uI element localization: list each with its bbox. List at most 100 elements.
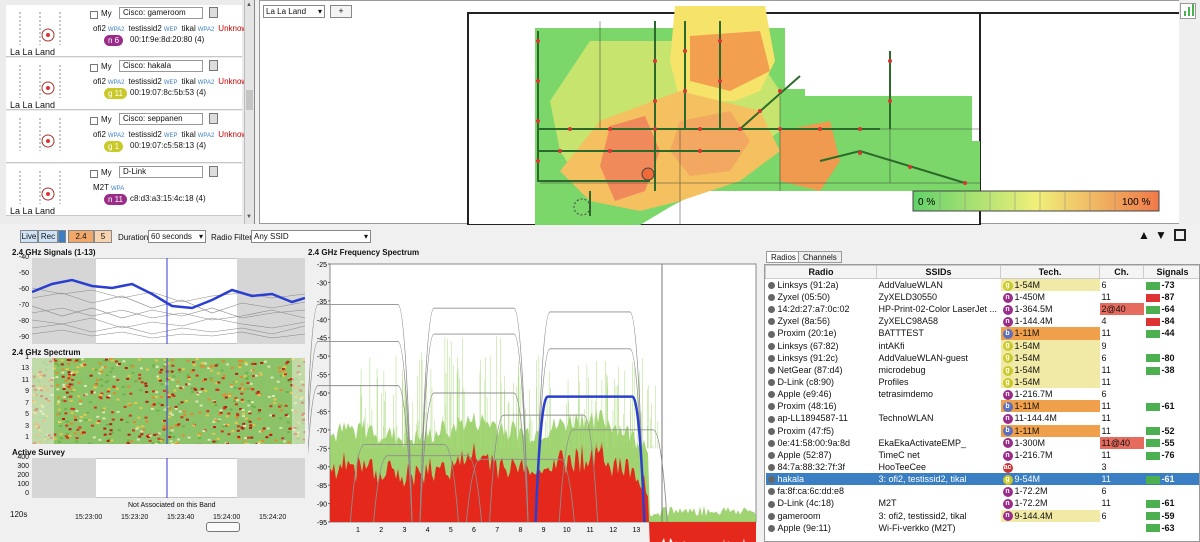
ap-floor-thumbnail: La La Land (10, 166, 88, 216)
spectrum-x-tick: 6 (472, 527, 476, 534)
ap-name-field[interactable]: Cisco: hakala (119, 60, 203, 72)
signal-value: -73 (1161, 280, 1175, 290)
ap-card[interactable]: La La Land My D-Link M2T WPA n 11 c8:d3:a3:15:… (6, 164, 242, 216)
radios-table-panel: Radio SSIDs Tech. Ch. Signals Linksys (91:2a… (764, 264, 1200, 542)
table-row[interactable]: D-Link (4c:18) M2T n 1-72.2M 11 -61 (766, 497, 1200, 510)
ap-name-field[interactable]: Cisco: gameroom (119, 7, 203, 19)
spectrum-y-tick: -80 (317, 465, 327, 472)
channel-cell: 11 (1101, 364, 1111, 375)
signal-cell: -76 (1144, 449, 1200, 461)
table-row[interactable]: fa:8f:ca:6c:dd:e8 n 1-72.2M 6 (766, 485, 1200, 497)
table-row[interactable]: Linksys (91:2c) AddValueWLAN-guest g 1-54M 6… (766, 351, 1200, 364)
move-down-icon[interactable]: ▼ (1155, 228, 1167, 242)
y-tick-label: 9 (25, 388, 29, 396)
ap-card[interactable]: La La Land My Cisco: gameroom ofi2 WPA2 testi… (6, 5, 254, 57)
my-checkbox[interactable] (90, 117, 98, 125)
spectrum-x-tick: 7 (495, 527, 499, 534)
signal-bar (1145, 305, 1160, 314)
status-dot-icon (767, 354, 775, 362)
table-row[interactable]: Proxim (48:16) b 1-11M 11 -61 (766, 400, 1200, 413)
ap-card[interactable]: My Cisco: seppanen ofi2 WPA2 testissid2 WEP ti… (6, 111, 254, 163)
signal-cell: -61 (1144, 497, 1200, 509)
duration-value: 60 seconds (151, 232, 192, 241)
y-tick-label: 3 (25, 422, 29, 430)
tab-channels[interactable]: Channels (798, 251, 842, 263)
column-header[interactable]: SSIDs (876, 265, 1001, 279)
status-dot-icon (767, 415, 775, 423)
table-row[interactable]: 0e:41:58:00:9a:8d EkaEkaActivateEMP_ n 1-30… (766, 436, 1200, 449)
ap-card[interactable]: La La Land My Cisco: hakala ofi2 WPA2 testiss… (6, 58, 254, 110)
signals-chart[interactable] (32, 258, 305, 344)
ssid-cell: EkaEkaActivateEMP_ (878, 437, 967, 448)
table-row[interactable]: Apple (e9:46) tetrasimdemo n 1-216.7M 6 (766, 388, 1200, 400)
frequency-spectrum-chart[interactable]: -25-30-35-40-45-50-55-60-65-70-75-80-85-… (308, 258, 763, 542)
ap-name-field[interactable]: Cisco: seppanen (119, 113, 203, 125)
radio-name: D-Link (4c:18) (777, 498, 835, 509)
column-header[interactable]: Tech. (1000, 265, 1100, 279)
floor-map-panel[interactable]: 0 % 100 % (259, 0, 1181, 225)
move-up-icon[interactable]: ▲ (1138, 228, 1150, 242)
table-row[interactable]: Apple (52:87) TimeC net n 1-216.7M 11 -76 (766, 449, 1200, 461)
table-row[interactable]: Proxim (20:1e) BATTTEST b 1-11M 11 -44 (766, 327, 1200, 340)
ap-name-field[interactable]: D-Link (119, 166, 203, 178)
duration-select[interactable]: 60 seconds ▾ (148, 230, 206, 243)
status-dot-icon (767, 464, 775, 472)
table-row[interactable]: Zyxel (05:50) ZyXELD30550 n 1-450M 11 -87 (766, 291, 1200, 303)
table-row[interactable]: Linksys (91:2a) AddValueWLAN g 1-54M 6 -73 (766, 278, 1200, 291)
table-row[interactable]: gameroom 3: ofi2, testissid2, tikal n 9-144… (766, 509, 1200, 522)
document-icon[interactable] (209, 60, 218, 71)
band-24-button[interactable]: 2.4 (68, 230, 94, 243)
signal-value: -44 (1161, 328, 1175, 339)
spectrum-y-tick: -90 (317, 502, 327, 509)
ssid-entry: WPA2 (107, 80, 125, 86)
active-survey-chart[interactable] (32, 458, 305, 498)
signal-cell: -64 (1144, 303, 1200, 315)
live-button[interactable]: Live (20, 230, 38, 243)
table-row[interactable]: 84:7a:88:32:7f:3f HooTeeCee ac 3 (766, 461, 1200, 473)
table-row[interactable]: 14:2d:27:a7:0c:02 HP-Print-02-Color Laser… (766, 303, 1200, 316)
add-map-button[interactable]: + (330, 5, 352, 18)
heatmap-floor-plan[interactable]: 0 % 100 % (260, 1, 1181, 225)
table-row[interactable]: Proxim (47:f5) b 1-11M 11 -52 (766, 424, 1200, 437)
tech-rate: 1-11M (1014, 425, 1040, 436)
radio-cell: 14:2d:27:a7:0c:02 (766, 303, 877, 315)
table-row[interactable]: ap-LL1894587-11 TechnoWLAN n 11-144.4M 11 (766, 412, 1200, 425)
radio-cell: Apple (9e:11) (766, 522, 877, 534)
signal-value: -52 (1161, 425, 1175, 436)
tab-radios[interactable]: Radios (766, 251, 801, 263)
access-point-marker[interactable] (641, 167, 655, 181)
tech-badge: n (1002, 389, 1013, 400)
table-row[interactable]: Linksys (67:82) intAKfi g 1-54M 9 (766, 339, 1200, 352)
radio-filter-select[interactable]: Any SSID ▾ (251, 230, 371, 243)
column-header[interactable]: Signals (1143, 265, 1199, 279)
record-button[interactable]: Rec (38, 230, 58, 243)
document-icon[interactable] (209, 113, 218, 124)
table-row[interactable]: Apple (9e:11) Wi-Fi-verkko (M2T) -63 (766, 522, 1200, 534)
radio-tech-badge: n 6 (104, 35, 124, 46)
table-row[interactable]: Zyxel (8a:56) ZyXELC98A58 n 1-144.4M 4 -84 (766, 315, 1200, 327)
time-scroll-handle[interactable] (206, 522, 240, 532)
table-row[interactable]: D-Link (c8:90) Profiles g 1-54M 11 (766, 375, 1200, 389)
table-row[interactable]: NetGear (87:d4) microdebug g 1-54M 11 -38 (766, 363, 1200, 376)
radio-cell: fa:8f:ca:6c:dd:e8 (766, 485, 877, 497)
ap-list-scrollbar[interactable]: ▲ ▼ (244, 0, 254, 224)
tech-cell: n 1-450M (1001, 291, 1100, 303)
my-checkbox[interactable] (90, 170, 98, 178)
signal-value: -59 (1161, 510, 1175, 521)
map-selector[interactable]: La La Land ▾ (263, 5, 325, 18)
document-icon[interactable] (209, 166, 218, 177)
ssid-cell: ZyXELD30550 (878, 292, 938, 303)
my-label: My (101, 115, 112, 124)
radio-name: ap-LL1894587-11 (777, 413, 848, 424)
spectrum-waterfall[interactable] (32, 358, 305, 444)
my-checkbox[interactable] (90, 64, 98, 72)
table-row[interactable]: hakala 3: ofi2, testissid2, tikal g 9-54M 11… (765, 473, 1199, 486)
document-icon[interactable] (209, 7, 218, 18)
popout-icon[interactable] (1174, 229, 1186, 241)
my-checkbox[interactable] (90, 11, 98, 19)
column-header[interactable]: Radio (765, 265, 877, 279)
band-5-button[interactable]: 5 (94, 230, 112, 243)
my-label: My (101, 168, 112, 177)
column-header[interactable]: Ch. (1099, 265, 1144, 279)
chart-icon[interactable] (1180, 3, 1196, 19)
